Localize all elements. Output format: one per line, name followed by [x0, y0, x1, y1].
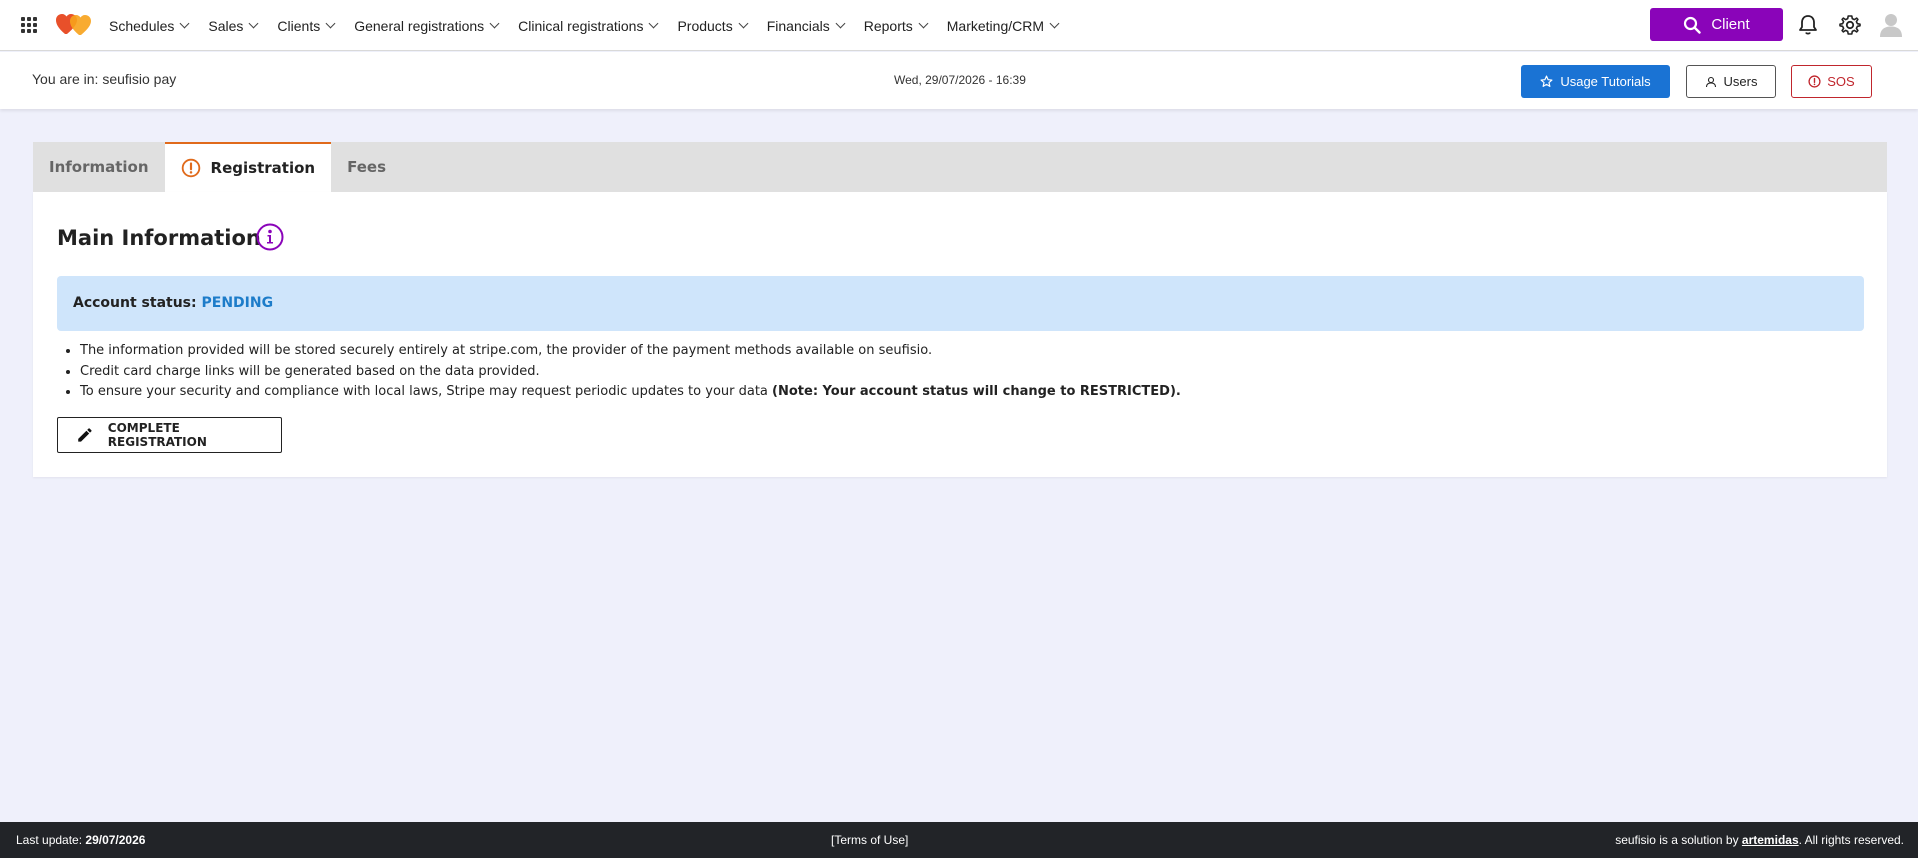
usage-tutorials-label: Usage Tutorials — [1560, 74, 1651, 89]
account-status: Account status: PENDING — [73, 295, 273, 311]
list-item: To ensure your security and compliance w… — [80, 382, 1181, 403]
menu-marketing-crm[interactable]: Marketing/CRM — [946, 17, 1060, 34]
menu-label: Reports — [863, 17, 913, 34]
sos-label: SOS — [1827, 74, 1855, 89]
current-datetime: Wed, 29/07/2026 - 16:39 — [894, 73, 1026, 87]
complete-registration-button[interactable]: COMPLETE REGISTRATION — [57, 417, 282, 453]
settings-gear-icon[interactable] — [1839, 14, 1861, 41]
credit-prefix: seufisio is a solution by — [1615, 833, 1742, 847]
tab-label: Fees — [347, 158, 386, 176]
tab-bar: Information Registration Fees — [33, 142, 1887, 192]
menu-label: Schedules — [109, 17, 175, 34]
menu-clients[interactable]: Clients — [277, 17, 336, 34]
menu-sales[interactable]: Sales — [208, 17, 259, 34]
footer-credit: seufisio is a solution by artemidas. All… — [1615, 833, 1904, 847]
menu-products[interactable]: Products — [677, 17, 749, 34]
chevron-down-icon — [325, 18, 336, 29]
page-title: Main Information — [57, 226, 261, 250]
list-item: Credit card charge links will be generat… — [80, 362, 1181, 383]
client-search-button[interactable]: Client — [1650, 8, 1783, 41]
menu-reports[interactable]: Reports — [863, 17, 929, 34]
list-item-note: (Note: Your account status will change t… — [772, 384, 1181, 399]
chevron-down-icon — [248, 18, 259, 29]
menu-label: Sales — [208, 17, 244, 34]
credit-suffix: . All rights reserved. — [1798, 833, 1904, 847]
info-list: The information provided will be stored … — [64, 341, 1181, 403]
last-update-label: Last update: — [16, 833, 86, 847]
menu-label: Marketing/CRM — [946, 17, 1045, 34]
menu-general-registrations[interactable]: General registrations — [354, 17, 500, 34]
location-bar: You are in: seufisio pay Wed, 29/07/2026… — [0, 52, 1918, 109]
users-button[interactable]: Users — [1686, 65, 1776, 98]
menu-label: Products — [677, 17, 733, 34]
apps-grid-icon[interactable] — [21, 17, 37, 33]
complete-registration-label: COMPLETE REGISTRATION — [107, 421, 207, 449]
chevron-down-icon — [918, 18, 929, 29]
sos-button[interactable]: SOS — [1791, 65, 1872, 98]
client-button-label: Client — [1711, 16, 1750, 33]
notifications-bell-icon[interactable] — [1798, 14, 1818, 41]
artemidas-link[interactable]: artemidas — [1742, 833, 1799, 847]
menu-label: Clinical registrations — [518, 17, 644, 34]
search-icon — [1684, 16, 1702, 34]
alert-circle-icon — [1808, 75, 1821, 88]
chevron-down-icon — [835, 18, 846, 29]
account-status-box: Account status: PENDING — [57, 276, 1864, 331]
tab-fees[interactable]: Fees — [331, 142, 402, 192]
tab-label: Information — [49, 158, 149, 176]
status-badge: PENDING — [201, 295, 274, 311]
last-update-date: 29/07/2026 — [85, 833, 146, 847]
list-item-text: To ensure your security and compliance w… — [80, 384, 773, 399]
menu-label: Clients — [277, 17, 321, 34]
chevron-down-icon — [1049, 18, 1060, 29]
menu-financials[interactable]: Financials — [766, 17, 846, 34]
user-avatar[interactable] — [1880, 13, 1902, 42]
user-icon — [1705, 76, 1716, 87]
status-label: Account status: — [73, 295, 197, 311]
chevron-down-icon — [179, 18, 190, 29]
menu-label: General registrations — [354, 17, 485, 34]
menu-clinical-registrations[interactable]: Clinical registrations — [518, 17, 659, 34]
tab-information[interactable]: Information — [33, 142, 165, 192]
tab-registration[interactable]: Registration — [164, 142, 332, 192]
list-item: The information provided will be stored … — [80, 341, 1181, 362]
chevron-down-icon — [489, 18, 500, 29]
menu-label: Financials — [766, 17, 830, 34]
star-icon — [1540, 75, 1553, 87]
pencil-icon — [78, 428, 92, 442]
chevron-down-icon — [649, 18, 659, 29]
warning-circle-icon — [181, 158, 200, 178]
main-card: Main Information Account status: PENDING… — [33, 192, 1887, 477]
breadcrumb: You are in: seufisio pay — [32, 71, 177, 87]
users-label: Users — [1723, 74, 1758, 89]
tab-label: Registration — [210, 159, 316, 177]
info-icon[interactable] — [256, 223, 284, 256]
terms-of-use-link[interactable]: [Terms of Use] — [831, 833, 908, 847]
main-menu: Schedules Sales Clients General registra… — [109, 0, 1078, 51]
logo[interactable] — [56, 14, 92, 41]
chevron-down-icon — [738, 18, 749, 29]
top-navbar: Schedules Sales Clients General registra… — [0, 0, 1918, 51]
usage-tutorials-button[interactable]: Usage Tutorials — [1521, 65, 1670, 98]
footer: Last update: 29/07/2026 [Terms of Use] s… — [0, 822, 1918, 858]
last-update: Last update: 29/07/2026 — [16, 833, 145, 847]
menu-schedules[interactable]: Schedules — [109, 17, 190, 34]
